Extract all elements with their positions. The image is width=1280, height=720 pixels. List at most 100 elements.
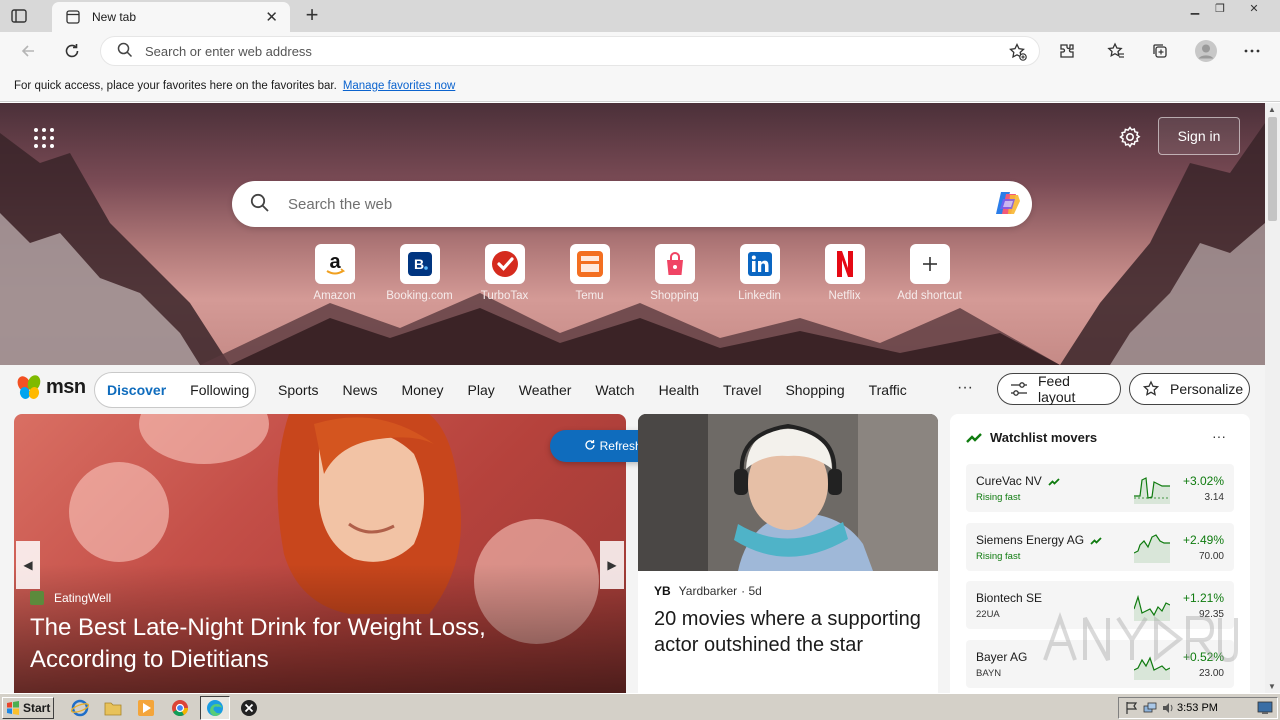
shortcut-linkedin[interactable]: Linkedin [717, 244, 802, 302]
shortcut-shopping[interactable]: Shopping [632, 244, 717, 302]
shortcut-booking[interactable]: B Booking.com [377, 244, 462, 302]
scroll-down-arrow-icon[interactable]: ▼ [1268, 682, 1276, 691]
back-icon[interactable] [18, 41, 38, 61]
story-headline[interactable]: 20 movies where a supporting actor outsh… [654, 606, 924, 658]
turbotax-icon [484, 244, 525, 284]
chrome-icon[interactable] [170, 698, 190, 718]
msn-logo[interactable]: msn [16, 374, 86, 400]
favorites-icon[interactable] [1106, 41, 1126, 61]
shortcut-label: Add shortcut [897, 290, 962, 302]
refresh-icon[interactable] [62, 41, 82, 61]
system-tray: 3:53 PM [1118, 697, 1278, 719]
stock-status: Rising fast [976, 551, 1021, 562]
newtab-page-icon [66, 10, 80, 24]
nav-shopping[interactable]: Shopping [785, 382, 844, 398]
page-scrollbar[interactable]: ▲ ▼ [1265, 103, 1280, 693]
start-label: Start [23, 701, 51, 715]
nav-travel[interactable]: Travel [723, 382, 761, 398]
shortcut-netflix[interactable]: Netflix [802, 244, 887, 302]
sign-in-button[interactable]: Sign in [1158, 117, 1240, 155]
shortcut-label: Booking.com [386, 290, 453, 302]
story-card[interactable]: YB Yardbarker · 5d 20 movies where a sup… [638, 414, 938, 693]
page-settings-gear-icon[interactable] [1118, 125, 1142, 149]
volume-tray-icon[interactable] [1161, 701, 1175, 718]
copilot-icon[interactable] [992, 189, 1024, 219]
internet-explorer-icon[interactable] [70, 698, 90, 718]
msn-butterfly-icon [17, 375, 41, 399]
apps-grid-icon[interactable] [33, 127, 55, 149]
navigation-bar: Search or enter web address [0, 32, 1280, 70]
nav-sports[interactable]: Sports [278, 382, 318, 398]
new-tab-button[interactable]: + [300, 4, 324, 27]
shortcut-temu[interactable]: Temu [547, 244, 632, 302]
personalize-button[interactable]: Personalize [1129, 373, 1250, 405]
tab-title: New tab [92, 10, 137, 24]
media-player-icon[interactable] [136, 698, 156, 718]
shortcut-label: Shopping [650, 290, 699, 302]
shortcut-turbotax[interactable]: TurboTax [462, 244, 547, 302]
featured-story-card[interactable]: EatingWell The Best Late-Night Drink for… [14, 414, 626, 693]
add-favorite-icon[interactable] [1009, 42, 1027, 64]
flag-tray-icon[interactable] [1125, 701, 1139, 718]
watchlist-header: Watchlist movers [966, 430, 1097, 445]
feed-layout-button[interactable]: Feed layout [997, 373, 1121, 405]
settings-more-icon[interactable] [1242, 41, 1262, 61]
watchlist-title[interactable]: Watchlist movers [990, 430, 1097, 445]
tab-following[interactable]: Following [178, 382, 261, 398]
nav-weather[interactable]: Weather [519, 382, 572, 398]
scroll-up-arrow-icon[interactable]: ▲ [1268, 105, 1276, 114]
watchlist-more-button[interactable]: ··· [1212, 428, 1226, 444]
sliders-icon [1010, 381, 1028, 397]
sparkline-chart [1134, 477, 1170, 504]
extensions-icon[interactable] [1057, 41, 1077, 61]
network-tray-icon[interactable] [1143, 701, 1157, 718]
watchlist-item[interactable]: CureVac NV Rising fast +3.02% 3.14 [966, 464, 1234, 512]
stock-name: Bayer AG [976, 650, 1028, 664]
svg-text:B: B [413, 256, 423, 272]
collections-icon[interactable] [1150, 41, 1170, 61]
nav-health[interactable]: Health [659, 382, 699, 398]
source-name: Yardbarker [678, 584, 738, 598]
add-shortcut-button[interactable]: Add shortcut [887, 244, 972, 302]
nav-news[interactable]: News [342, 382, 377, 398]
shortcuts-row: a Amazon B Booking.com TurboTax Temu Sho… [292, 244, 972, 302]
minimize-icon[interactable]: ▁ [1184, 2, 1206, 18]
rising-icon [1048, 477, 1060, 486]
shortcut-amazon[interactable]: a Amazon [292, 244, 377, 302]
story-headline[interactable]: The Best Late-Night Drink for Weight Los… [30, 612, 550, 676]
sparkle-star-icon [1142, 380, 1160, 398]
manage-favorites-link[interactable]: Manage favorites now [343, 80, 456, 92]
web-search-box[interactable]: Search the web [232, 181, 1032, 227]
start-button[interactable]: Start [2, 697, 54, 719]
carousel-prev-button[interactable]: ◀ [16, 541, 40, 589]
eatingwell-logo-icon [30, 591, 44, 605]
tab-new-tab[interactable]: New tab ✕ [52, 2, 290, 32]
favorites-bar-hint: For quick access, place your favorites h… [14, 79, 337, 92]
stock-change: +3.02% [1182, 474, 1224, 488]
stock-name: Biontech SE [976, 591, 1043, 605]
feed-toggle: Discover Following [94, 372, 256, 408]
restore-icon[interactable]: ❐ [1209, 2, 1231, 18]
watchlist-item[interactable]: Siemens Energy AG Rising fast +2.49% 70.… [966, 523, 1234, 571]
window-close-icon[interactable]: ✕ [1243, 2, 1265, 18]
file-explorer-icon[interactable] [103, 698, 123, 718]
source-name: EatingWell [54, 591, 112, 605]
profile-avatar-icon[interactable] [1194, 39, 1218, 63]
close-tab-icon[interactable]: ✕ [265, 8, 278, 26]
nav-play[interactable]: Play [468, 382, 495, 398]
app-x-icon[interactable] [239, 698, 259, 718]
nav-watch[interactable]: Watch [595, 382, 634, 398]
more-categories-button[interactable]: ··· [957, 379, 973, 397]
nav-money[interactable]: Money [401, 382, 443, 398]
scrollbar-thumb[interactable] [1268, 117, 1277, 221]
tab-actions-icon[interactable] [10, 7, 28, 25]
show-desktop-icon[interactable] [1257, 701, 1273, 718]
tab-discover[interactable]: Discover [95, 382, 178, 398]
carousel-next-button[interactable]: ▶ [600, 541, 624, 589]
msn-feed-nav: msn Discover Following Sports News Money… [0, 365, 1265, 413]
web-search-placeholder: Search the web [288, 195, 393, 213]
address-bar[interactable]: Search or enter web address [100, 36, 1040, 66]
nav-traffic[interactable]: Traffic [869, 382, 907, 398]
edge-icon[interactable] [205, 698, 225, 718]
search-icon [117, 42, 133, 61]
